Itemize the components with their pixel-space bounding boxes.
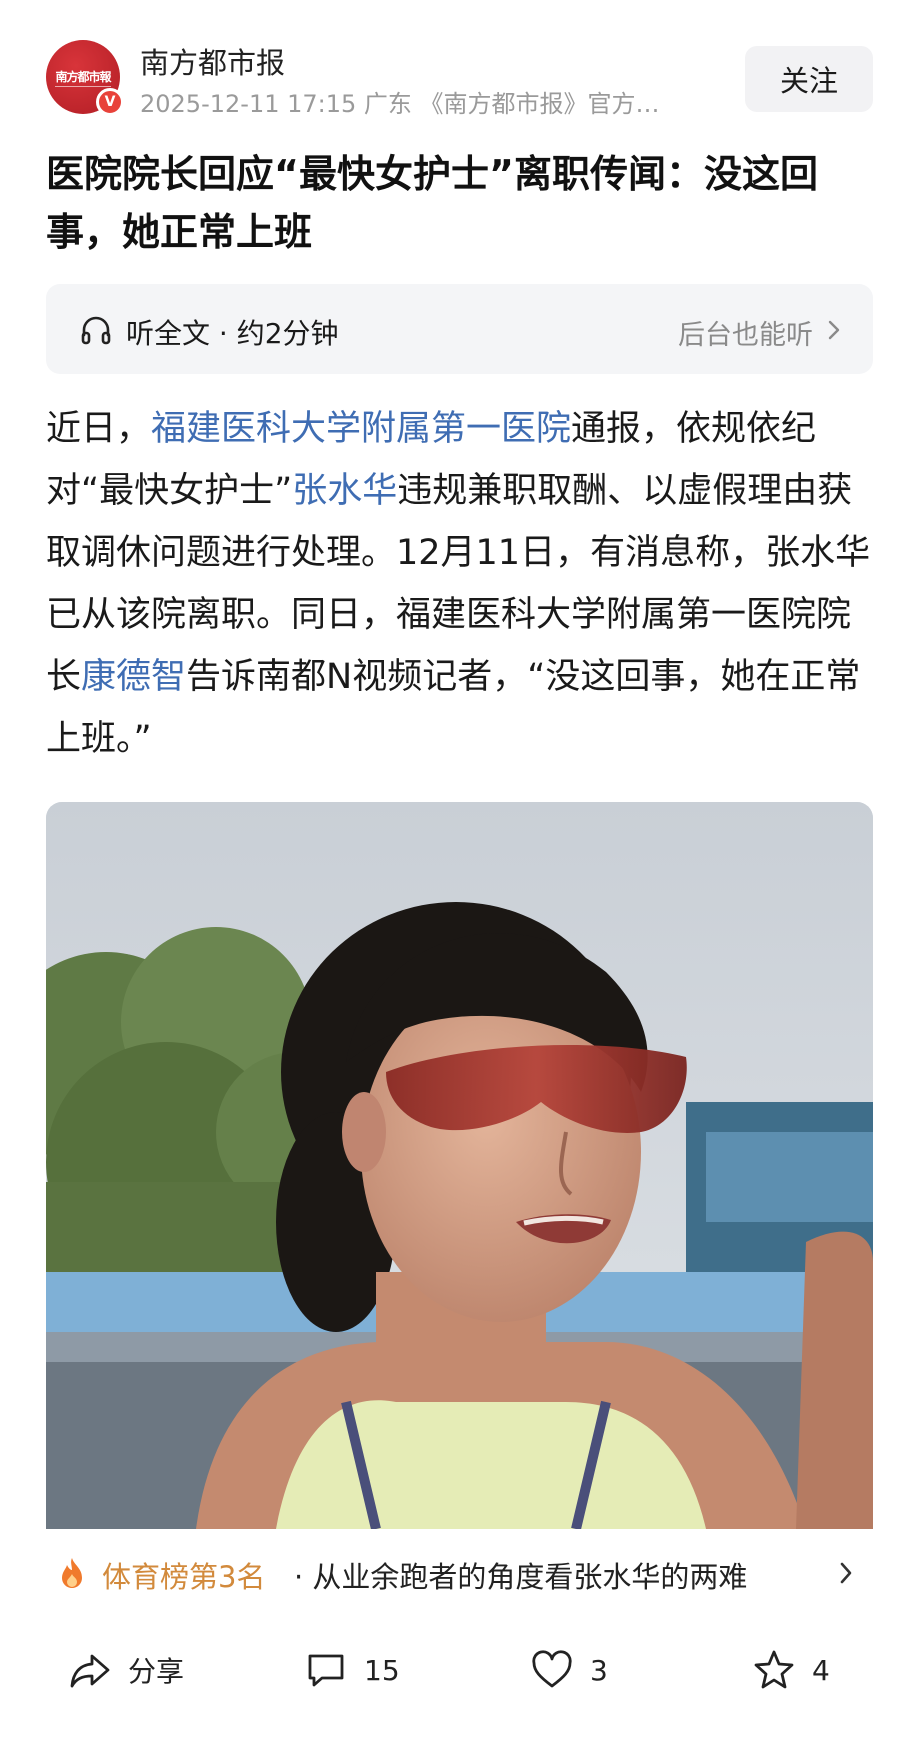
heart-icon (532, 1650, 572, 1688)
background-listen-link[interactable]: 后台也能听 (678, 313, 813, 352)
article-page: 南方都市報 V 南方都市报 2025-12-11 17:15 广东 《南方都市报… (0, 0, 919, 1757)
follow-button[interactable]: 关注 (745, 46, 873, 112)
author-header: 南方都市報 V 南方都市报 2025-12-11 17:15 广东 《南方都市报… (46, 38, 873, 118)
headphones-icon (81, 316, 111, 345)
listen-bar[interactable]: 听全文 · 约2分钟 后台也能听 (46, 284, 873, 374)
favorite-count: 4 (812, 1653, 830, 1687)
share-button[interactable]: 分享 (68, 1635, 184, 1705)
article-title: 医院院长回应“最快女护士”离职传闻：没这回事，她正常上班 (46, 152, 818, 254)
like-button[interactable]: 3 (530, 1635, 608, 1705)
trending-topic[interactable]: · 从业余跑者的角度看张水华的两难 (294, 1554, 747, 1596)
share-icon (70, 1654, 110, 1688)
comment-icon (308, 1654, 344, 1687)
star-icon (754, 1650, 794, 1689)
chevron-right-icon (840, 1562, 852, 1584)
person-link-kang-dezhi[interactable]: 康德智 (81, 657, 186, 697)
author-name[interactable]: 南方都市报 (140, 40, 285, 82)
person-link-zhang-shuihua[interactable]: 张水华 (292, 471, 397, 511)
chevron-right-icon (828, 320, 840, 340)
body-text-segment: 近日， (46, 409, 152, 449)
article-body: 近日，福建医科大学附属第一医院通报，依规依纪对“最快女护士”张水华违规兼职取酬、… (46, 398, 882, 770)
comment-button[interactable]: 15 (304, 1635, 400, 1705)
post-meta: 2025-12-11 17:15 广东 《南方都市报》官方… (140, 90, 660, 118)
share-label: 分享 (128, 1655, 185, 1688)
article-photo[interactable] (46, 802, 873, 1529)
trending-bar[interactable]: 体育榜第3名 · 从业余跑者的角度看张水华的两难 (46, 1546, 873, 1600)
trending-rank: 体育榜第3名 (102, 1560, 266, 1594)
like-count: 3 (590, 1653, 608, 1687)
runner-photo-illustration (46, 802, 873, 1529)
avatar-logo-text: 南方都市報 (55, 68, 112, 87)
verified-badge-icon: V (96, 88, 124, 116)
fire-icon (62, 1558, 82, 1588)
favorite-button[interactable]: 4 (752, 1635, 830, 1705)
listen-label: 听全文 · 约2分钟 (126, 317, 339, 350)
action-bar: 分享 15 3 4 (0, 1635, 919, 1705)
hospital-link[interactable]: 福建医科大学附属第一医院 (151, 409, 571, 449)
comment-count: 15 (364, 1653, 400, 1687)
